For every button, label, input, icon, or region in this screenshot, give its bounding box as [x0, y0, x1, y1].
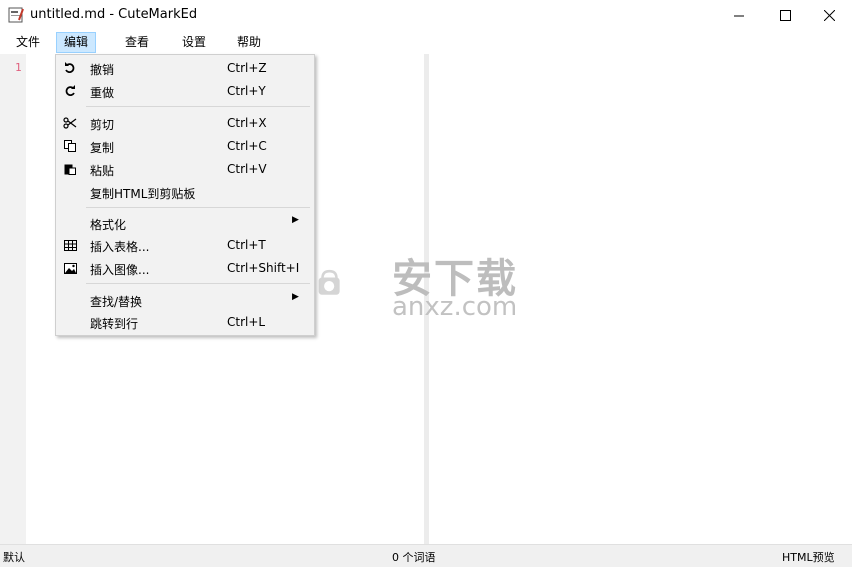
status-word-count: 0 个词语	[392, 551, 436, 564]
minimize-button[interactable]	[716, 0, 762, 30]
menu-item-find-replace[interactable]: 查找/替换 ▶	[56, 289, 314, 311]
watermark-subtext: anxz.com	[392, 292, 518, 322]
line-number: 1	[15, 61, 22, 74]
app-icon	[8, 7, 24, 23]
status-preview-mode: HTML预览	[782, 551, 835, 564]
close-icon	[823, 9, 835, 21]
menu-separator	[86, 283, 310, 284]
menu-item-insert-table[interactable]: 插入表格... Ctrl+T	[56, 234, 314, 256]
status-bar: 默认 0 个词语 HTML预览	[0, 544, 852, 567]
table-icon	[62, 237, 78, 253]
maximize-icon	[779, 9, 791, 21]
minimize-icon	[733, 15, 744, 16]
menu-item-copy-html[interactable]: 复制HTML到剪贴板	[56, 181, 314, 203]
redo-icon	[62, 83, 78, 99]
paste-icon	[62, 161, 78, 177]
submenu-arrow-icon: ▶	[292, 292, 299, 302]
copy-icon	[62, 138, 78, 154]
image-icon	[62, 260, 78, 276]
menu-item-paste[interactable]: 粘贴 Ctrl+V	[56, 158, 314, 180]
line-number-gutter	[0, 54, 26, 544]
menu-item-cut[interactable]: 剪切 Ctrl+X	[56, 112, 314, 134]
menu-settings[interactable]: 设置	[175, 33, 213, 52]
menu-edit[interactable]: 编辑	[56, 32, 97, 53]
menu-bar: 文件 编辑 查看 设置 帮助	[0, 31, 852, 53]
title-bar: untitled.md - CuteMarkEd	[0, 0, 852, 30]
edit-menu-dropdown: 撤销 Ctrl+Z 重做 Ctrl+Y 剪切 Ctrl+X 复制 Ctrl+C …	[55, 54, 315, 336]
menu-separator	[86, 207, 310, 208]
menu-view[interactable]: 查看	[118, 33, 156, 52]
menu-item-copy[interactable]: 复制 Ctrl+C	[56, 135, 314, 157]
close-button[interactable]	[806, 0, 852, 30]
menu-item-goto-line[interactable]: 跳转到行 Ctrl+L	[56, 311, 314, 333]
submenu-arrow-icon: ▶	[292, 215, 299, 225]
window-title: untitled.md - CuteMarkEd	[30, 7, 198, 22]
maximize-button[interactable]	[762, 0, 808, 30]
menu-separator	[86, 106, 310, 107]
watermark-logo	[318, 269, 340, 295]
undo-icon	[62, 60, 78, 76]
menu-item-format[interactable]: 格式化 ▶	[56, 212, 314, 234]
menu-item-undo[interactable]: 撤销 Ctrl+Z	[56, 57, 314, 79]
menu-help[interactable]: 帮助	[230, 33, 268, 52]
cut-icon	[62, 115, 78, 131]
menu-file[interactable]: 文件	[9, 33, 47, 52]
menu-item-insert-image[interactable]: 插入图像... Ctrl+Shift+I	[56, 257, 314, 279]
menu-item-redo[interactable]: 重做 Ctrl+Y	[56, 80, 314, 102]
status-style: 默认	[3, 551, 25, 564]
